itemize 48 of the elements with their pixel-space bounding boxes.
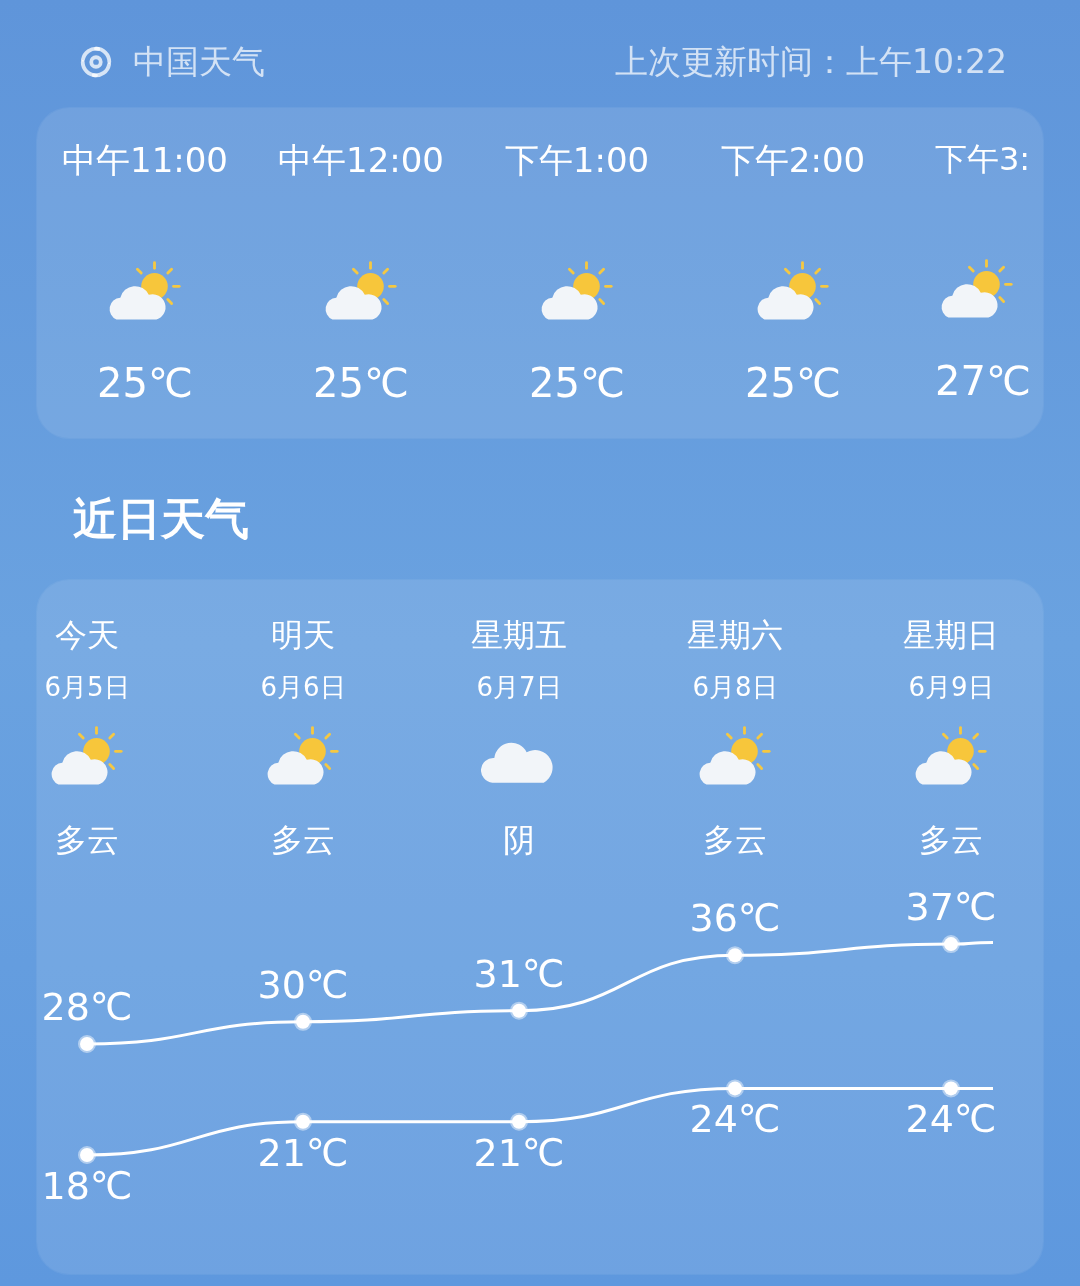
temperature-point bbox=[942, 1079, 960, 1098]
temperature-label: 21℃ bbox=[257, 1130, 349, 1175]
temperature-label: 24℃ bbox=[689, 1097, 781, 1142]
hour-temperature: 27℃ bbox=[935, 358, 1031, 404]
weather-condition: 多云 bbox=[55, 820, 119, 861]
temperature-label: 21℃ bbox=[473, 1130, 565, 1175]
temperature-point bbox=[726, 1079, 744, 1098]
weather-condition: 多云 bbox=[271, 820, 335, 861]
weather-condition: 多云 bbox=[919, 820, 983, 861]
day-name: 今天 bbox=[55, 615, 119, 656]
temperature-label: 37℃ bbox=[905, 885, 997, 930]
day-date: 6月7日 bbox=[476, 671, 562, 704]
temperature-point bbox=[510, 1001, 528, 1020]
hour-time: 中午11:00 bbox=[62, 139, 228, 182]
temperature-label: 31℃ bbox=[473, 951, 565, 996]
section-title: 近日天气 bbox=[73, 492, 250, 546]
temperature-label: 36℃ bbox=[689, 896, 781, 941]
hour-time: 中午12:00 bbox=[278, 139, 444, 182]
temperature-point bbox=[78, 1146, 96, 1164]
hour-temperature: 25℃ bbox=[745, 360, 841, 406]
day-name: 星期五 bbox=[471, 615, 567, 656]
temperature-point bbox=[510, 1112, 528, 1131]
day-date: 6月8日 bbox=[692, 671, 778, 704]
hour-temperature: 25℃ bbox=[313, 360, 409, 406]
day-name: 星期日 bbox=[903, 615, 999, 656]
hour-time: 下午2:00 bbox=[720, 139, 866, 182]
temperature-label: 30℃ bbox=[257, 962, 349, 1007]
temperature-point bbox=[294, 1112, 312, 1131]
temperature-label: 24℃ bbox=[905, 1097, 997, 1142]
hour-time: 下午1:00 bbox=[504, 139, 650, 182]
day-date: 6月6日 bbox=[260, 671, 346, 704]
weather-condition: 多云 bbox=[703, 820, 767, 861]
hour-temperature: 25℃ bbox=[97, 360, 193, 406]
app-name: 中国天气 bbox=[133, 40, 265, 83]
temperature-label: 28℃ bbox=[41, 985, 133, 1029]
temperature-point bbox=[726, 946, 744, 965]
day-date: 6月9日 bbox=[908, 671, 994, 704]
temperature-label: 18℃ bbox=[41, 1164, 133, 1208]
temperature-point bbox=[942, 935, 960, 954]
hour-time: 下午3: bbox=[935, 139, 1031, 180]
last-updated-time: 上次更新时间：上午10:22 bbox=[614, 40, 1007, 83]
day-name: 明天 bbox=[271, 615, 335, 656]
temperature-point bbox=[294, 1012, 312, 1031]
temperature-point bbox=[78, 1035, 96, 1053]
weather-condition: 阴 bbox=[503, 820, 535, 861]
day-name: 星期六 bbox=[687, 615, 783, 656]
day-date: 6月5日 bbox=[44, 671, 130, 704]
hour-temperature: 25℃ bbox=[529, 360, 625, 406]
